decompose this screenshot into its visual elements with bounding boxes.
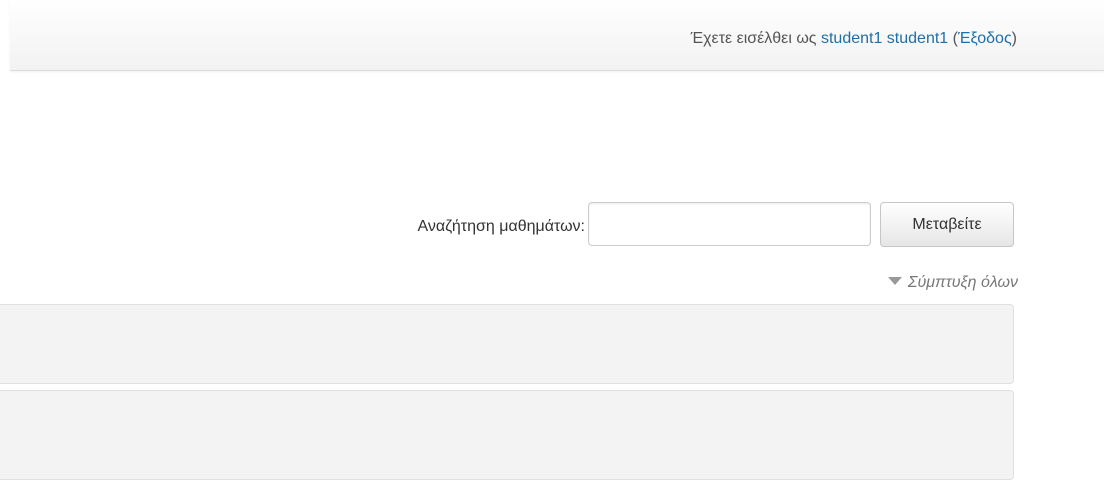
collapse-all-label: Σύμπτυξη όλων bbox=[907, 274, 1018, 291]
course-search-input[interactable] bbox=[588, 202, 871, 246]
triangle-down-icon bbox=[887, 277, 902, 285]
course-category-panel[interactable] bbox=[0, 304, 1014, 384]
top-navbar: Έχετε εισέλθει ως student1 student1 (Έξο… bbox=[10, 0, 1104, 71]
logout-paren-close: ) bbox=[1011, 30, 1017, 47]
user-profile-link[interactable]: student1 student1 bbox=[821, 30, 948, 47]
login-prefix-text: Έχετε εισέλθει ως bbox=[690, 30, 817, 47]
logout-link[interactable]: Έξοδος bbox=[958, 30, 1012, 47]
course-category-panel[interactable] bbox=[0, 390, 1014, 480]
course-search-label: Αναζήτηση μαθημάτων: bbox=[417, 218, 586, 235]
collapse-all-link[interactable]: Σύμπτυξη όλων bbox=[887, 274, 1018, 292]
login-info: Έχετε εισέλθει ως student1 student1 (Έξο… bbox=[691, 30, 1017, 48]
course-search-go-button[interactable]: Μεταβείτε bbox=[880, 202, 1014, 247]
course-search-form: Αναζήτηση μαθημάτων: Μεταβείτε bbox=[0, 202, 1104, 248]
